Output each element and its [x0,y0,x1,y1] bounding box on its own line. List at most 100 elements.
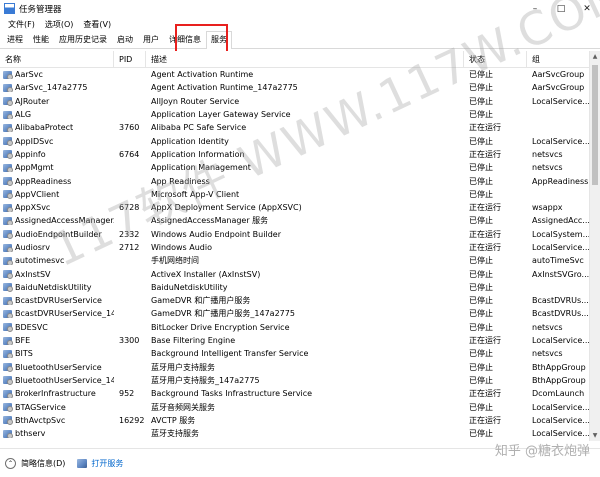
table-row[interactable]: BrokerInfrastructure 952 Background Tasks … [0,387,600,400]
service-group: AarSvcGroup [527,70,590,79]
service-pid-text: 2712 [119,243,140,252]
service-status: 正在运行 [464,388,527,399]
service-name: AarSvc [0,70,114,80]
table-row[interactable]: AlibabaProtect 3760 Alibaba PC Safe Servic… [0,121,600,134]
service-status: 已停止 [464,109,527,120]
chevron-up-icon[interactable]: ⌃ [5,457,16,469]
service-description-text: 手机网络时间 [151,256,199,266]
menu-options[interactable]: 选项(O) [40,19,79,30]
tab-app-history[interactable]: 应用历史记录 [54,31,112,48]
service-gear-icon [3,376,13,385]
service-group: autoTimeSvc [527,256,590,265]
table-row[interactable]: BTAGService 蓝牙音频网关服务 已停止 LocalService... [0,400,600,413]
less-details-link[interactable]: 简略信息(D) [21,458,65,469]
table-row[interactable]: BluetoothUserService 蓝牙用户支持服务 已停止 BthAppGro… [0,361,600,374]
table-row[interactable]: AarSvc Agent Activation Runtime 已停止 AarSvcG… [0,68,600,81]
table-row[interactable]: Audiosrv 2712 Windows Audio 正在运行 LocalServic… [0,241,600,254]
column-header-description[interactable]: 描述 [146,51,464,67]
table-row[interactable]: AppReadiness App Readiness 已停止 AppReadiness [0,174,600,187]
service-status: 已停止 [464,255,527,266]
service-name: AssignedAccessManager... [0,216,114,226]
service-name-text: AppXSvc [15,203,51,213]
service-group: BcastDVRUs... [527,309,590,318]
service-group-text: AssignedAcc... [532,216,590,226]
minimize-button[interactable]: – [522,0,548,17]
open-services-link[interactable]: 打开服务 [91,458,123,469]
service-description: Application Layer Gateway Service [146,110,464,119]
table-row[interactable]: BthAvctpSvc 16292 AVCTP 服务 正在运行 LocalService… [0,414,600,427]
service-status-text: 已停止 [469,349,493,359]
service-pid-text: 3760 [119,123,140,133]
table-row[interactable] [0,440,600,441]
table-row[interactable]: BcastDVRUserService_14... GameDVR 和广播用户服务… [0,307,600,320]
scroll-thumb[interactable] [592,65,598,185]
tab-startup[interactable]: 启动 [112,31,138,48]
service-status-text: 正在运行 [469,123,501,133]
service-name: BrokerInfrastructure [0,389,114,399]
service-description: BaiduNetdiskUtility [146,283,464,292]
close-button[interactable]: ✕ [574,0,600,17]
menu-view[interactable]: 查看(V) [78,19,116,30]
service-gear-icon [3,137,13,146]
table-row[interactable]: Appinfo 6764 Application Information 正在运行 ne… [0,148,600,161]
table-row[interactable]: BaiduNetdiskUtility BaiduNetdiskUtility 已停… [0,281,600,294]
table-row[interactable]: AppXSvc 6728 AppX Deployment Service (AppX… [0,201,600,214]
table-row[interactable]: AppIDSvc Application Identity 已停止 LocalServ… [0,134,600,147]
table-row[interactable]: AarSvc_147a2775 Agent Activation Runtime_… [0,81,600,94]
service-group: netsvcs [527,163,590,172]
tab-services[interactable]: 服务 [206,31,232,49]
service-gear-icon [3,429,13,439]
table-row[interactable]: BITS Background Intelligent Transfer Serv… [0,347,600,360]
vertical-scrollbar[interactable]: ▲ ▼ [589,51,600,441]
tab-users[interactable]: 用户 [138,31,164,48]
table-row[interactable]: ALG Application Layer Gateway Service 已停止 [0,108,600,121]
tab-processes[interactable]: 进程 [2,31,28,48]
service-gear-icon [3,270,13,279]
menu-file[interactable]: 文件(F) [3,19,40,30]
scroll-down-arrow-icon[interactable]: ▼ [590,430,600,441]
column-header-group[interactable]: 组 [527,51,590,67]
table-row[interactable]: AudioEndpointBuilder 2332 Windows Audio En… [0,228,600,241]
tab-performance[interactable]: 性能 [28,31,54,48]
column-header-status[interactable]: 状态 [464,51,527,67]
service-gear-icon [3,389,13,399]
service-description: Application Information [146,150,464,159]
maximize-button[interactable]: □ [548,0,574,17]
tab-details[interactable]: 详细信息 [164,31,206,48]
column-header-pid[interactable]: PID [114,51,146,67]
service-description-text: 蓝牙支持服务 [151,429,199,439]
service-gear-icon [3,203,13,213]
table-row[interactable]: BDESVC BitLocker Drive Encryption Service… [0,321,600,334]
service-group-text: BcastDVRUs... [532,309,589,319]
table-row[interactable]: bthserv 蓝牙支持服务 已停止 LocalService... [0,427,600,440]
service-description: Windows Audio Endpoint Builder [146,230,464,239]
service-status-text: 已停止 [469,402,493,412]
service-description-text: AVCTP 服务 [151,415,196,425]
service-status-text: 正在运行 [469,336,501,346]
service-name-text: AarSvc [15,70,43,80]
service-status: 正在运行 [464,149,527,160]
service-status-text: 已停止 [469,176,493,186]
service-description: 蓝牙支持服务 [146,428,464,439]
table-row[interactable]: AJRouter AllJoyn Router Service 已停止 LocalSe… [0,95,600,108]
service-status-text: 已停止 [469,362,493,372]
service-description: Agent Activation Runtime_147a2775 [146,83,464,92]
table-row[interactable]: autotimesvc 手机网络时间 已停止 autoTimeSvc [0,254,600,267]
table-row[interactable]: AppMgmt Application Management 已停止 netsvcs [0,161,600,174]
table-row[interactable]: AxInstSV ActiveX Installer (AxInstSV) 已停止 A… [0,267,600,280]
table-row[interactable]: BFE 3300 Base Filtering Engine 正在运行 LocalSer… [0,334,600,347]
scroll-up-arrow-icon[interactable]: ▲ [590,51,600,62]
service-status: 已停止 [464,189,527,200]
table-row[interactable]: BcastDVRUserService GameDVR 和广播用户服务 已停止 Bca… [0,294,600,307]
service-description: AllJoyn Router Service [146,97,464,106]
service-status-text: 已停止 [469,269,493,279]
table-row[interactable]: AppVClient Microsoft App-V Client 已停止 [0,188,600,201]
service-description-text: BitLocker Drive Encryption Service [151,322,290,332]
column-header-name[interactable]: 名称 [0,51,114,67]
service-name: AarSvc_147a2775 [0,83,114,93]
service-group-text: BthAppGroup [532,375,586,385]
service-description: Background Intelligent Transfer Service [146,349,464,358]
service-group: BcastDVRUs... [527,296,590,305]
table-row[interactable]: AssignedAccessManager... AssignedAccessMa… [0,214,600,227]
table-row[interactable]: BluetoothUserService_14... 蓝牙用户支持服务_147a2… [0,374,600,387]
